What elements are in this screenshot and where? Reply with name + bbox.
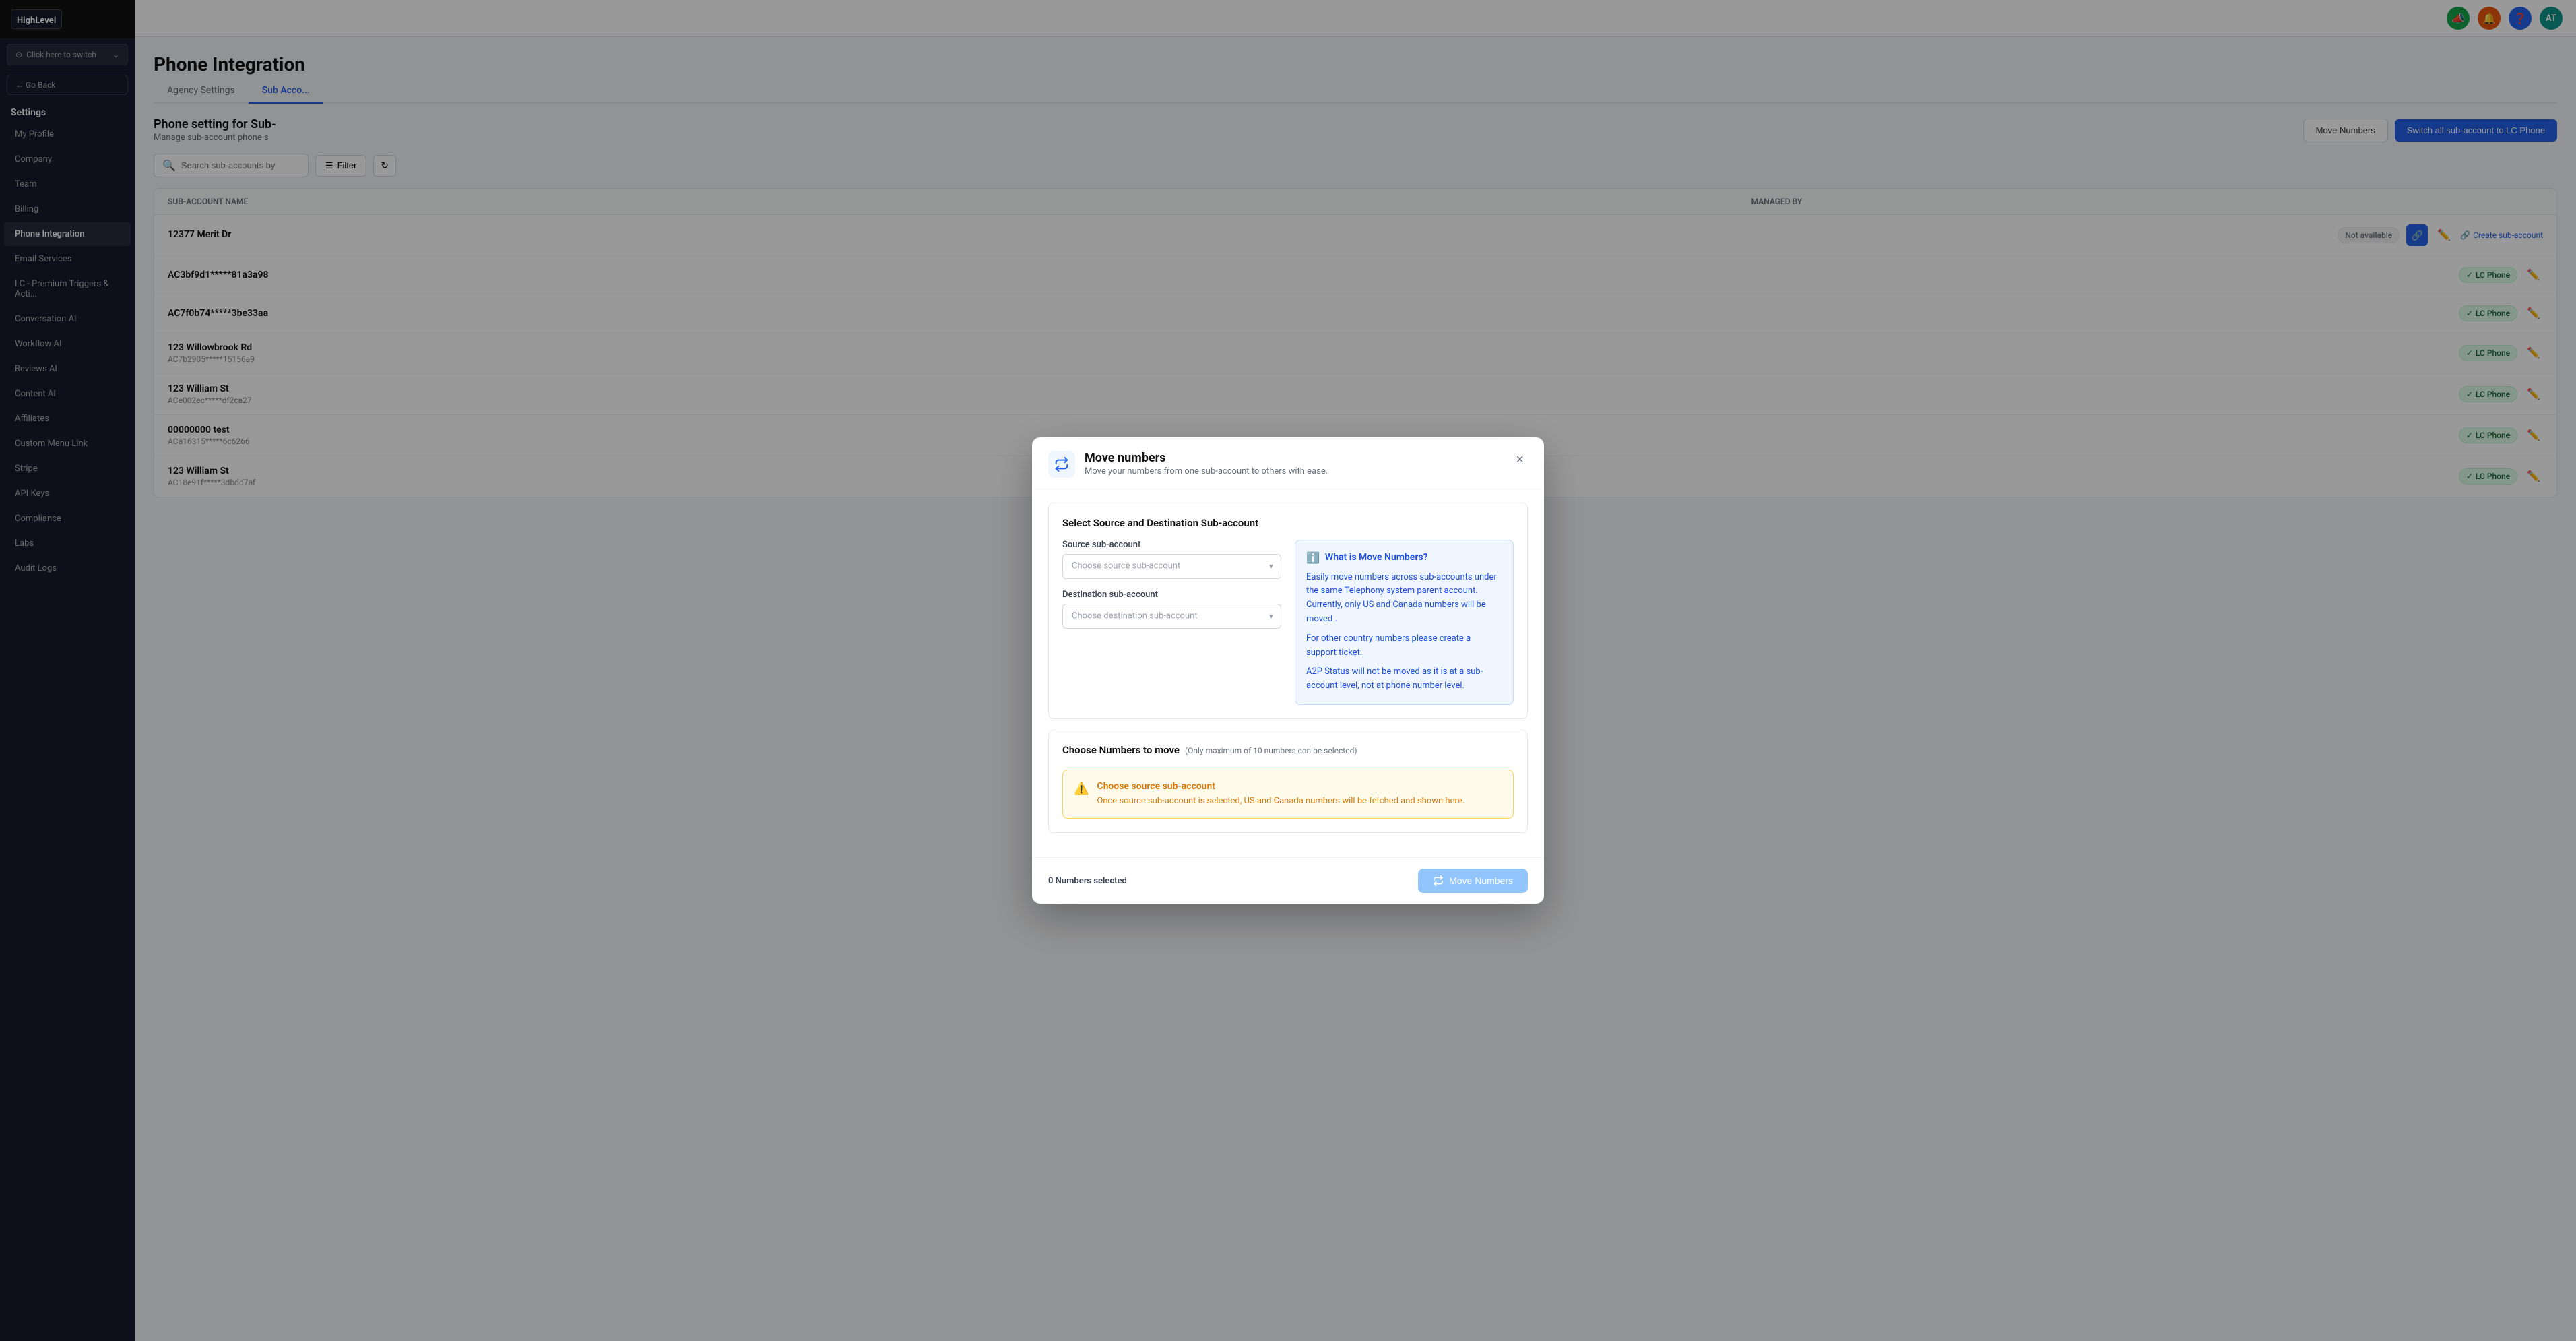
modal-title: Move numbers <box>1085 451 1328 465</box>
modal-overlay[interactable]: Move numbers Move your numbers from one … <box>0 0 2576 1341</box>
info-icon: ℹ️ <box>1306 551 1320 564</box>
warning-icon: ⚠️ <box>1074 782 1089 796</box>
modal-icon <box>1048 451 1075 478</box>
choose-numbers-card: Choose Numbers to move (Only maximum of … <box>1048 730 1528 834</box>
move-numbers-submit-button[interactable]: Move Numbers <box>1418 869 1528 893</box>
move-icon <box>1433 875 1444 886</box>
choose-numbers-title: Choose Numbers to move <box>1062 744 1180 756</box>
destination-label: Destination sub-account <box>1062 590 1281 600</box>
modal-footer: 0 Numbers selected Move Numbers <box>1032 857 1544 904</box>
destination-select-wrap: ▾ Choose destination sub-account <box>1062 604 1281 629</box>
modal-subtitle: Move your numbers from one sub-account t… <box>1085 466 1328 476</box>
choose-numbers-subtitle: (Only maximum of 10 numbers can be selec… <box>1185 746 1357 755</box>
destination-form-group: Destination sub-account ▾ Choose destina… <box>1062 590 1281 629</box>
move-button-label: Move Numbers <box>1449 875 1513 886</box>
move-numbers-modal: Move numbers Move your numbers from one … <box>1032 437 1544 904</box>
numbers-selected-label: 0 Numbers selected <box>1048 876 1127 886</box>
info-text-3: A2P Status will not be moved as it is at… <box>1306 665 1502 693</box>
numbers-count: 0 <box>1048 876 1053 886</box>
source-destination-card: Select Source and Destination Sub-accoun… <box>1048 503 1528 719</box>
destination-select[interactable] <box>1062 604 1281 629</box>
source-select-wrap: ▾ Choose source sub-account <box>1062 554 1281 579</box>
warning-title: Choose source sub-account <box>1097 781 1464 792</box>
info-text-2: For other country numbers please create … <box>1306 632 1502 660</box>
modal-header: Move numbers Move your numbers from one … <box>1032 437 1544 489</box>
info-box: ℹ️ What is Move Numbers? Easily move num… <box>1295 540 1514 705</box>
modal-body: Select Source and Destination Sub-accoun… <box>1032 489 1544 858</box>
warning-box: ⚠️ Choose source sub-account Once source… <box>1062 770 1514 819</box>
form-grid: Source sub-account ▾ Choose source sub-a… <box>1062 540 1514 705</box>
source-form-group: Source sub-account ▾ Choose source sub-a… <box>1062 540 1281 579</box>
info-text-1: Easily move numbers across sub-accounts … <box>1306 571 1502 627</box>
modal-close-button[interactable]: × <box>1512 451 1528 469</box>
info-title: What is Move Numbers? <box>1325 552 1428 563</box>
card-title: Select Source and Destination Sub-accoun… <box>1062 517 1514 529</box>
source-select[interactable] <box>1062 554 1281 579</box>
source-label: Source sub-account <box>1062 540 1281 550</box>
warning-text: Once source sub-account is selected, US … <box>1097 794 1464 808</box>
